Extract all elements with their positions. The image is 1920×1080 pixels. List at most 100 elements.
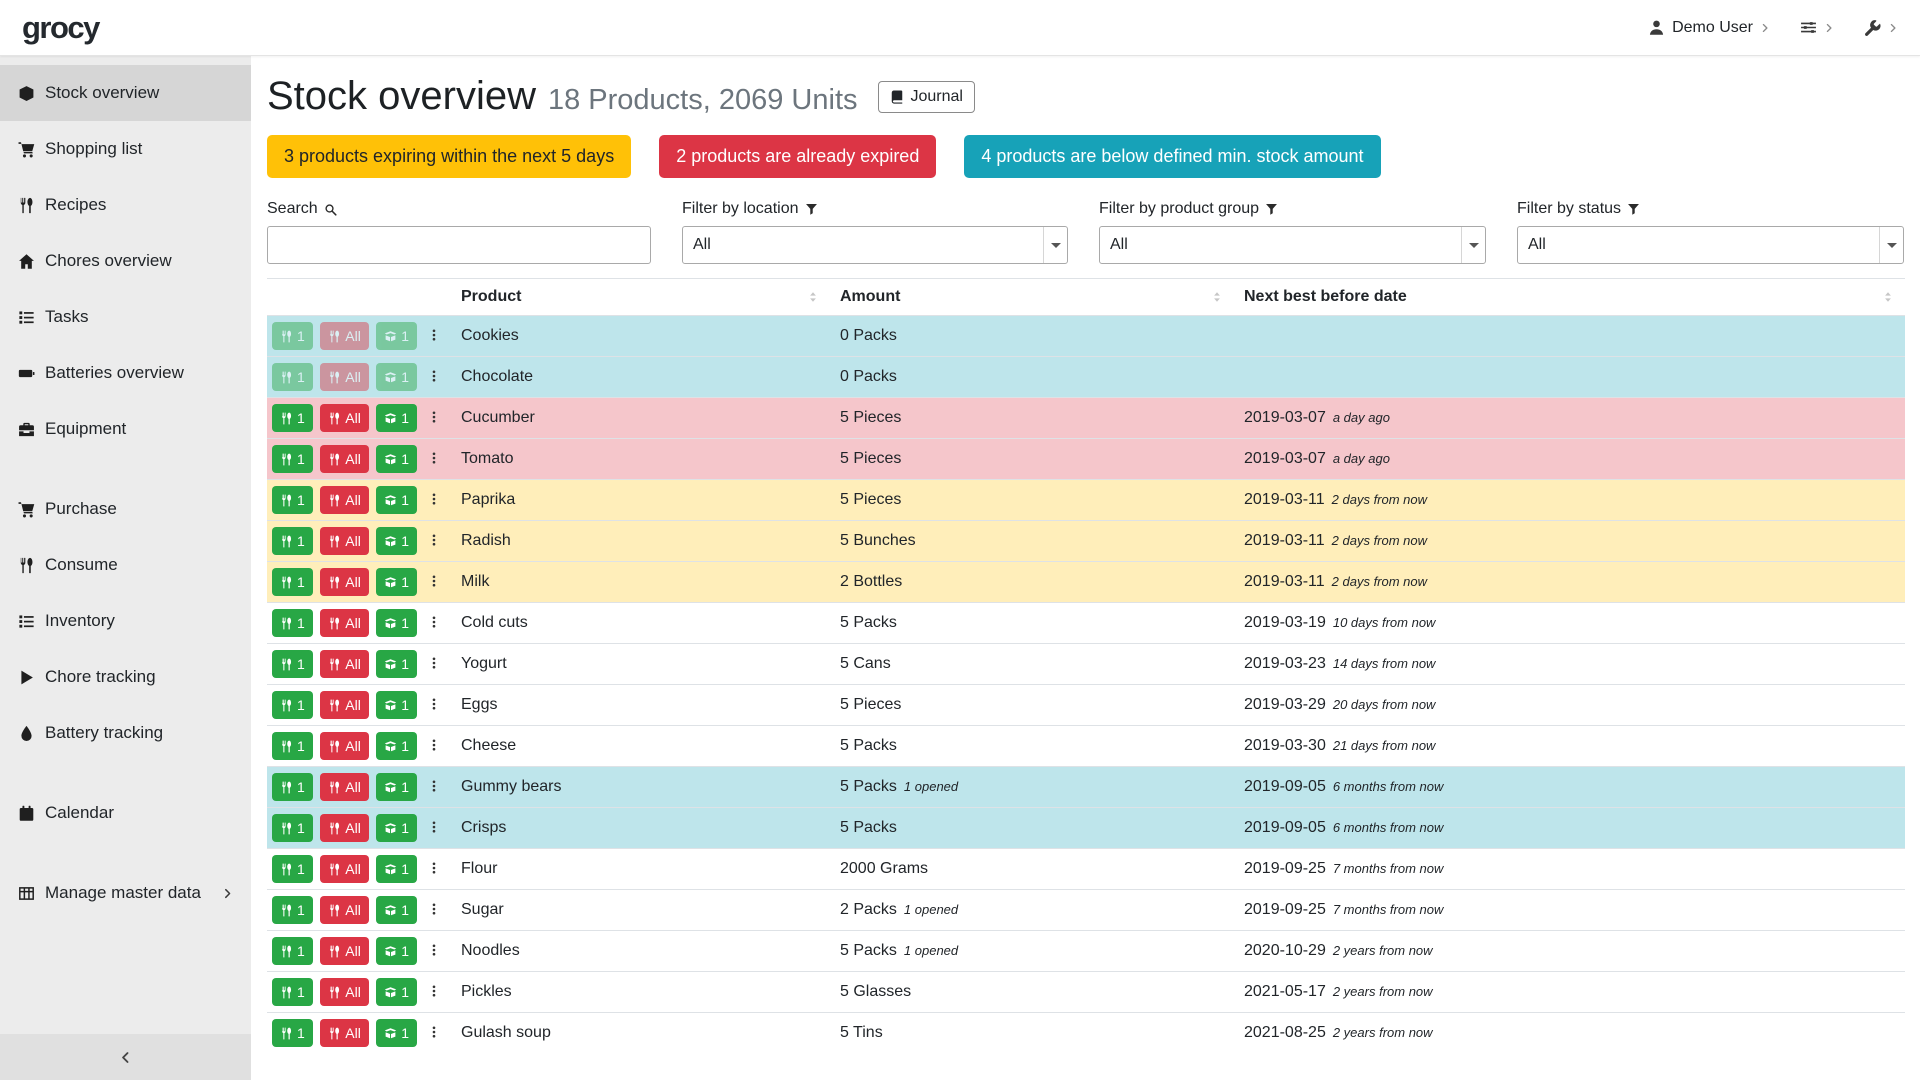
consume-one-button[interactable]: 1 bbox=[272, 568, 313, 596]
row-menu-button[interactable] bbox=[425, 365, 443, 390]
admin-menu[interactable] bbox=[1864, 19, 1898, 36]
status-badge[interactable]: 2 products are already expired bbox=[659, 135, 936, 178]
open-one-button[interactable]: 1 bbox=[376, 568, 417, 596]
consume-all-button[interactable]: All bbox=[320, 978, 369, 1006]
product-group-select[interactable]: All bbox=[1099, 226, 1486, 264]
row-menu-button[interactable] bbox=[425, 693, 443, 718]
consume-one-button[interactable]: 1 bbox=[272, 1019, 313, 1047]
status-select[interactable]: All bbox=[1517, 226, 1904, 264]
consume-one-button[interactable]: 1 bbox=[272, 855, 313, 883]
consume-one-button[interactable]: 1 bbox=[272, 363, 313, 391]
consume-all-button[interactable]: All bbox=[320, 363, 369, 391]
open-one-button[interactable]: 1 bbox=[376, 691, 417, 719]
sidebar-item-recipes[interactable]: Recipes bbox=[0, 177, 251, 233]
row-menu-button[interactable] bbox=[425, 488, 443, 513]
row-menu-button[interactable] bbox=[425, 570, 443, 595]
row-menu-button[interactable] bbox=[425, 447, 443, 472]
row-menu-button[interactable] bbox=[425, 652, 443, 677]
consume-all-button[interactable]: All bbox=[320, 404, 369, 432]
row-menu-button[interactable] bbox=[425, 324, 443, 349]
consume-all-button[interactable]: All bbox=[320, 1019, 369, 1047]
consume-all-button[interactable]: All bbox=[320, 322, 369, 350]
row-menu-button[interactable] bbox=[425, 1021, 443, 1046]
sidebar-item-chore-tracking[interactable]: Chore tracking bbox=[0, 649, 251, 705]
row-menu-button[interactable] bbox=[425, 611, 443, 636]
open-one-button[interactable]: 1 bbox=[376, 322, 417, 350]
row-menu-button[interactable] bbox=[425, 775, 443, 800]
search-input[interactable] bbox=[267, 226, 651, 264]
open-one-button[interactable]: 1 bbox=[376, 650, 417, 678]
sidebar-item-purchase[interactable]: Purchase bbox=[0, 481, 251, 537]
row-menu-button[interactable] bbox=[425, 406, 443, 431]
column-next-best-before-date[interactable]: Next best before date bbox=[1234, 279, 1905, 316]
open-one-button[interactable]: 1 bbox=[376, 609, 417, 637]
consume-one-button[interactable]: 1 bbox=[272, 527, 313, 555]
consume-one-button[interactable]: 1 bbox=[272, 486, 313, 514]
consume-one-button[interactable]: 1 bbox=[272, 609, 313, 637]
location-select[interactable]: All bbox=[682, 226, 1068, 264]
consume-one-button[interactable]: 1 bbox=[272, 896, 313, 924]
sidebar-item-shopping-list[interactable]: Shopping list bbox=[0, 121, 251, 177]
sidebar-collapse-button[interactable] bbox=[0, 1034, 251, 1080]
row-menu-button[interactable] bbox=[425, 898, 443, 923]
consume-one-button[interactable]: 1 bbox=[272, 732, 313, 760]
consume-all-button[interactable]: All bbox=[320, 937, 369, 965]
row-menu-button[interactable] bbox=[425, 939, 443, 964]
consume-one-button[interactable]: 1 bbox=[272, 650, 313, 678]
consume-one-button[interactable]: 1 bbox=[272, 814, 313, 842]
consume-all-button[interactable]: All bbox=[320, 568, 369, 596]
consume-all-button[interactable]: All bbox=[320, 896, 369, 924]
sidebar-item-calendar[interactable]: Calendar bbox=[0, 785, 251, 841]
consume-one-button[interactable]: 1 bbox=[272, 322, 313, 350]
sidebar-item-batteries-overview[interactable]: Batteries overview bbox=[0, 345, 251, 401]
status-badge[interactable]: 4 products are below defined min. stock … bbox=[964, 135, 1380, 178]
open-one-button[interactable]: 1 bbox=[376, 445, 417, 473]
open-one-button[interactable]: 1 bbox=[376, 773, 417, 801]
open-one-button[interactable]: 1 bbox=[376, 978, 417, 1006]
sidebar-item-consume[interactable]: Consume bbox=[0, 537, 251, 593]
sidebar-item-battery-tracking[interactable]: Battery tracking bbox=[0, 705, 251, 761]
status-badge[interactable]: 3 products expiring within the next 5 da… bbox=[267, 135, 631, 178]
consume-one-button[interactable]: 1 bbox=[272, 978, 313, 1006]
consume-one-button[interactable]: 1 bbox=[272, 691, 313, 719]
sidebar-item-manage-master-data[interactable]: Manage master data bbox=[0, 865, 251, 921]
open-one-button[interactable]: 1 bbox=[376, 486, 417, 514]
open-one-button[interactable]: 1 bbox=[376, 527, 417, 555]
consume-all-button[interactable]: All bbox=[320, 732, 369, 760]
consume-all-button[interactable]: All bbox=[320, 445, 369, 473]
column-amount[interactable]: Amount bbox=[830, 279, 1234, 316]
open-one-button[interactable]: 1 bbox=[376, 937, 417, 965]
settings-menu[interactable] bbox=[1800, 19, 1834, 36]
sidebar-item-inventory[interactable]: Inventory bbox=[0, 593, 251, 649]
sidebar-item-chores-overview[interactable]: Chores overview bbox=[0, 233, 251, 289]
consume-one-button[interactable]: 1 bbox=[272, 773, 313, 801]
open-one-button[interactable]: 1 bbox=[376, 363, 417, 391]
open-one-button[interactable]: 1 bbox=[376, 404, 417, 432]
row-menu-button[interactable] bbox=[425, 529, 443, 554]
row-menu-button[interactable] bbox=[425, 857, 443, 882]
open-one-button[interactable]: 1 bbox=[376, 1019, 417, 1047]
sidebar-item-tasks[interactable]: Tasks bbox=[0, 289, 251, 345]
open-one-button[interactable]: 1 bbox=[376, 732, 417, 760]
consume-one-button[interactable]: 1 bbox=[272, 937, 313, 965]
row-menu-button[interactable] bbox=[425, 816, 443, 841]
consume-one-button[interactable]: 1 bbox=[272, 445, 313, 473]
consume-all-button[interactable]: All bbox=[320, 773, 369, 801]
open-one-button[interactable]: 1 bbox=[376, 896, 417, 924]
column-product[interactable]: Product bbox=[451, 279, 830, 316]
open-one-button[interactable]: 1 bbox=[376, 855, 417, 883]
consume-all-button[interactable]: All bbox=[320, 527, 369, 555]
consume-one-button[interactable]: 1 bbox=[272, 404, 313, 432]
row-menu-button[interactable] bbox=[425, 734, 443, 759]
sidebar-item-stock-overview[interactable]: Stock overview bbox=[0, 65, 251, 121]
open-one-button[interactable]: 1 bbox=[376, 814, 417, 842]
user-menu[interactable]: Demo User bbox=[1648, 19, 1770, 37]
consume-all-button[interactable]: All bbox=[320, 855, 369, 883]
row-menu-button[interactable] bbox=[425, 980, 443, 1005]
consume-all-button[interactable]: All bbox=[320, 609, 369, 637]
sidebar-item-equipment[interactable]: Equipment bbox=[0, 401, 251, 457]
journal-button[interactable]: Journal bbox=[878, 81, 975, 113]
consume-all-button[interactable]: All bbox=[320, 691, 369, 719]
consume-all-button[interactable]: All bbox=[320, 814, 369, 842]
consume-all-button[interactable]: All bbox=[320, 486, 369, 514]
